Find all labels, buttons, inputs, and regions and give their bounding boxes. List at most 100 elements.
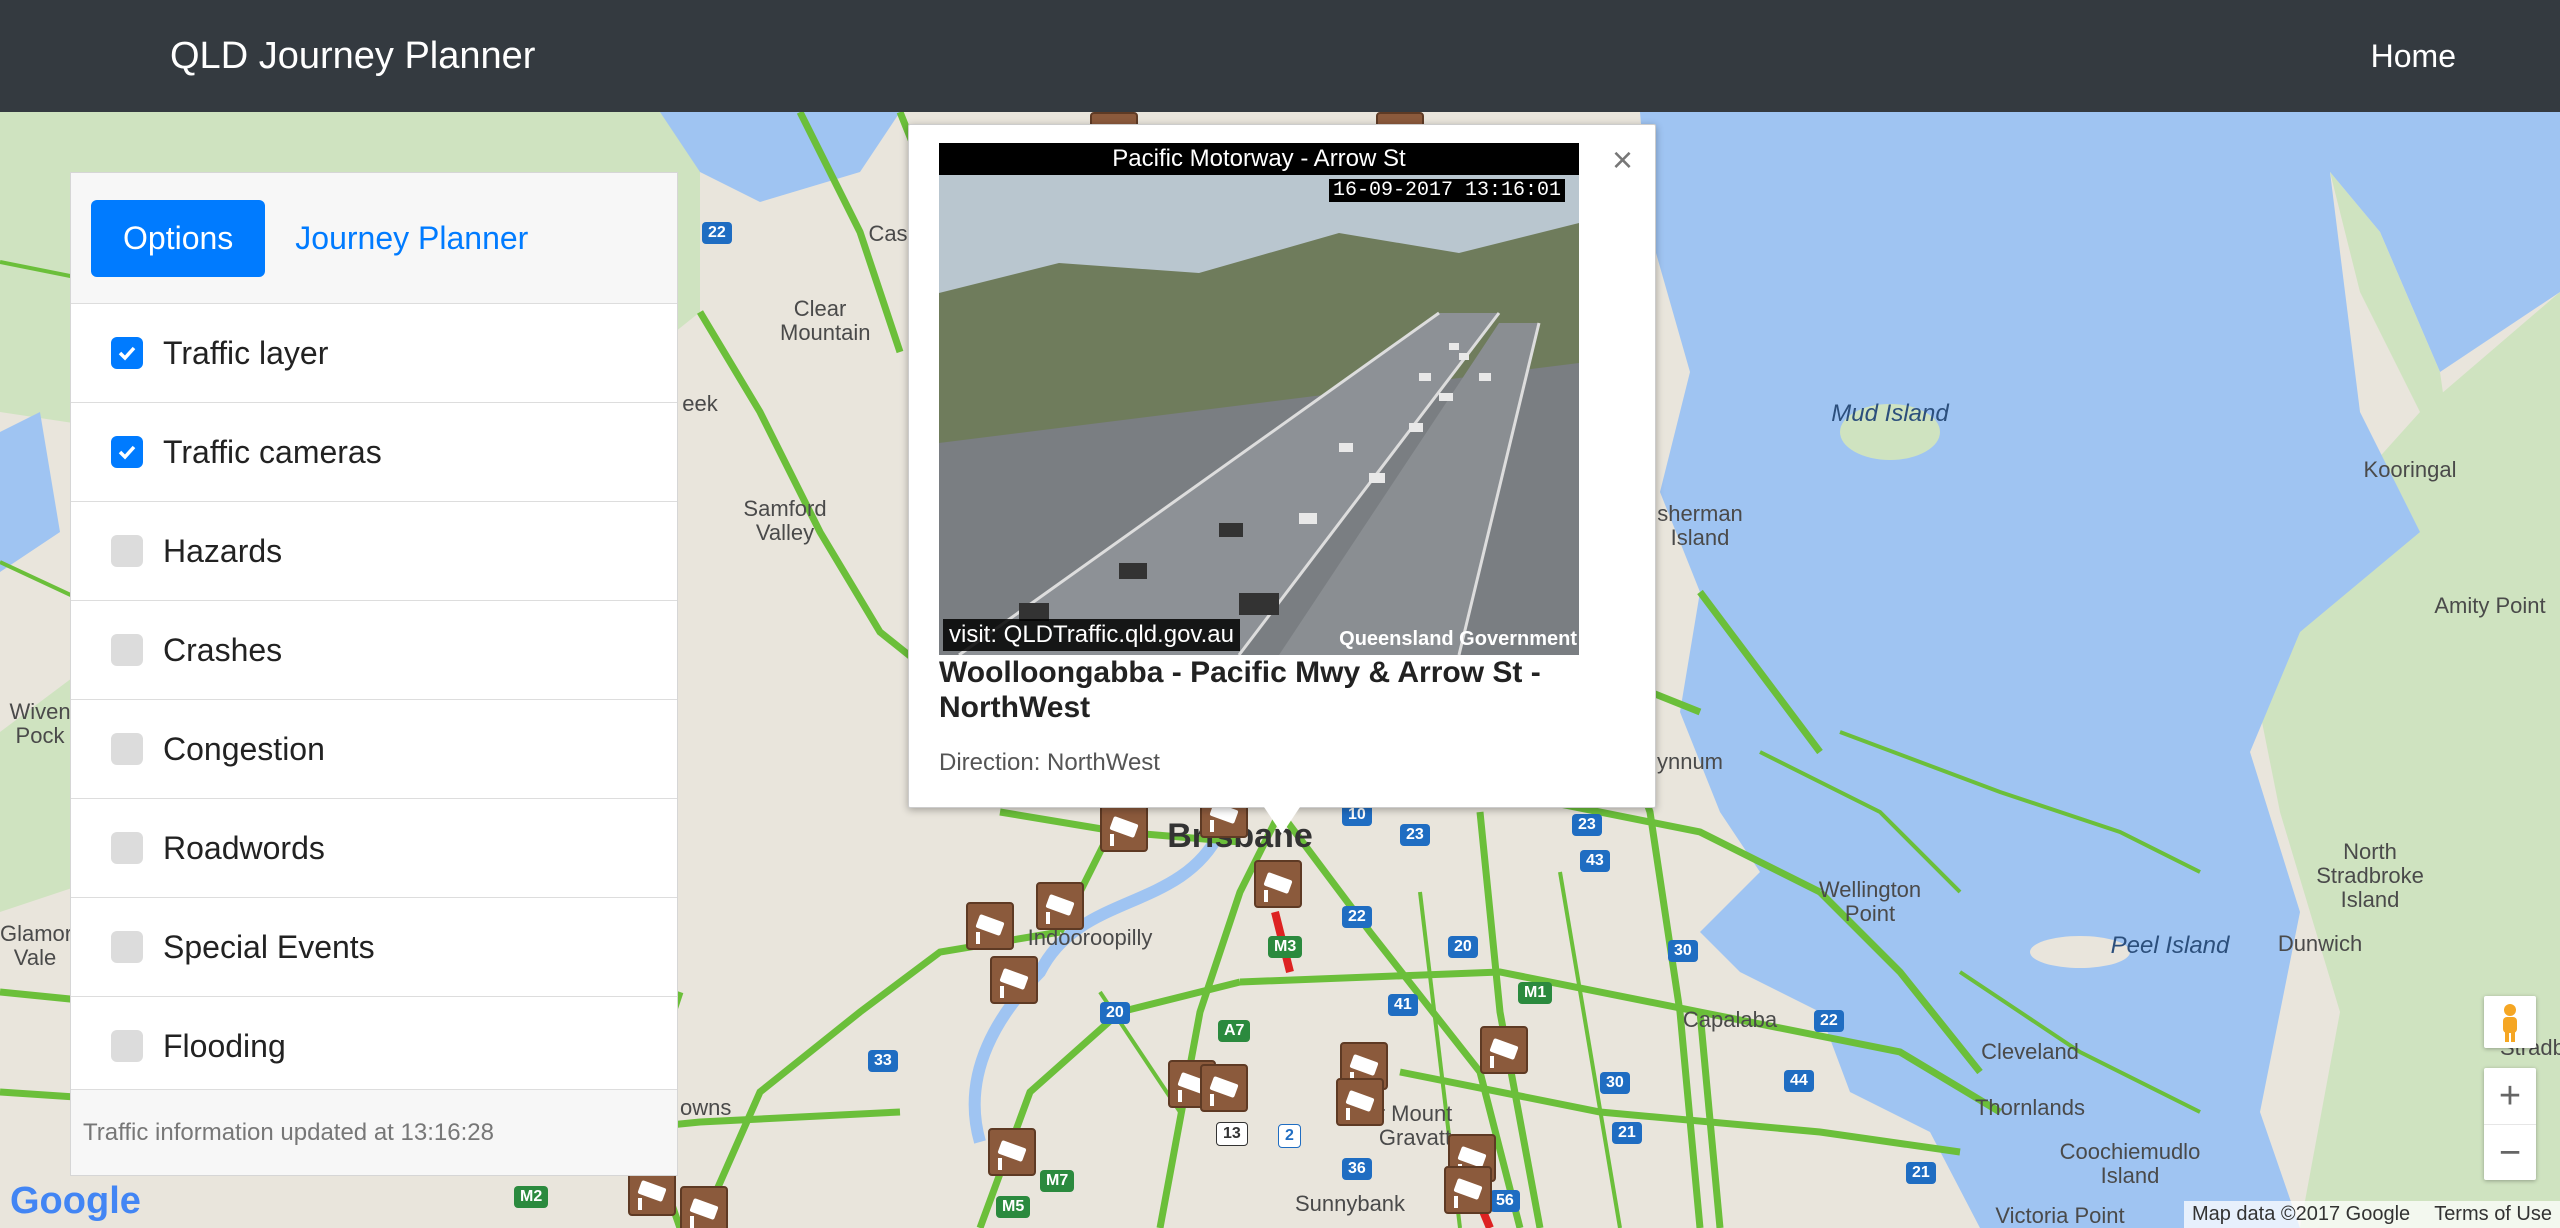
road-shield: A7 — [1218, 1020, 1251, 1042]
label-kooringal: Kooringal — [2363, 457, 2457, 482]
traffic-camera-marker[interactable] — [988, 1128, 1036, 1176]
option-label: Roadwords — [163, 829, 325, 866]
google-logo: Google — [10, 1180, 141, 1223]
option-label: Hazards — [163, 532, 283, 569]
label-samford: Samford Valley — [743, 496, 827, 545]
road-shield: M3 — [1268, 936, 1303, 958]
app-title[interactable]: QLD Journey Planner — [170, 35, 535, 78]
traffic-camera-marker[interactable] — [966, 902, 1014, 950]
option-congestion[interactable]: Congestion — [71, 700, 677, 799]
tab-journey-planner[interactable]: Journey Planner — [295, 220, 528, 257]
options-panel: Options Journey Planner Traffic layer Tr… — [70, 172, 678, 1176]
option-label: Traffic cameras — [163, 433, 382, 470]
label-dunwich: Dunwich — [2277, 931, 2363, 956]
road-shield: 56 — [1490, 1190, 1520, 1212]
road-shield: M1 — [1518, 982, 1553, 1004]
top-navbar: QLD Journey Planner Home — [0, 0, 2560, 112]
road-shield: 13 — [1216, 1122, 1248, 1146]
road-shield: 43 — [1580, 850, 1610, 872]
road-shield: 23 — [1400, 824, 1430, 846]
home-link[interactable]: Home — [2371, 38, 2456, 75]
label-amity-point: Amity Point — [2434, 593, 2546, 618]
camera-watermark: visit: QLDTraffic.qld.gov.au — [943, 619, 1240, 651]
label-lynnum: ynnum — [1656, 749, 1724, 774]
label-owns: owns — [680, 1095, 732, 1120]
label-thornlands: Thornlands — [1974, 1095, 2086, 1120]
option-label: Traffic layer — [163, 334, 329, 371]
traffic-camera-marker[interactable] — [1444, 1166, 1492, 1214]
traffic-camera-marker[interactable] — [1200, 1064, 1248, 1112]
camera-scene — [939, 143, 1579, 655]
traffic-camera-marker[interactable] — [1100, 804, 1148, 852]
label-wellington-point: Wellington Point — [1818, 877, 1922, 926]
checkbox-traffic-cameras[interactable] — [111, 436, 143, 468]
traffic-camera-marker[interactable] — [1336, 1078, 1384, 1126]
road-shield: 41 — [1388, 994, 1418, 1016]
label-peel-island: Peel Island — [2110, 932, 2230, 959]
label-creek: eek — [682, 391, 718, 416]
qld-government-logo: Queensland Government — [1339, 628, 1577, 650]
label-coochiemudlo: Coochiemudlo Island — [2059, 1139, 2201, 1188]
zoom-controls: + − — [2484, 1068, 2536, 1180]
checkbox-hazards[interactable] — [111, 535, 143, 567]
camera-timestamp: 16-09-2017 13:16:01 — [1328, 179, 1565, 202]
road-shield: M7 — [1040, 1170, 1075, 1192]
option-label: Special Events — [163, 928, 375, 965]
checkbox-congestion[interactable] — [111, 733, 143, 765]
road-shield: 22 — [1342, 906, 1372, 928]
traffic-camera-marker[interactable] — [1254, 860, 1302, 908]
traffic-camera-marker[interactable] — [1480, 1026, 1528, 1074]
label-fisherman-island: sherman Island — [1657, 501, 1743, 550]
label-clear-mountain: Clear Mountain — [780, 296, 871, 345]
zoom-out-button[interactable]: − — [2484, 1125, 2536, 1181]
option-traffic-cameras[interactable]: Traffic cameras — [71, 403, 677, 502]
update-status: Traffic information updated at 13:16:28 — [71, 1089, 677, 1175]
tab-options[interactable]: Options — [91, 199, 266, 277]
zoom-in-button[interactable]: + — [2484, 1068, 2536, 1125]
option-label: Crashes — [163, 631, 283, 668]
checkbox-traffic-layer[interactable] — [111, 337, 143, 369]
road-shield: 22 — [1814, 1010, 1844, 1032]
road-shield: 21 — [1906, 1162, 1936, 1184]
label-cleveland: Cleveland — [1981, 1039, 2079, 1064]
google-logo-text: Google — [10, 1180, 141, 1222]
option-flooding[interactable]: Flooding — [71, 997, 677, 1096]
map-data-attribution: Map data ©2017 Google — [2191, 1203, 2411, 1225]
label-victoria-point: Victoria Point — [1995, 1203, 2125, 1228]
traffic-camera-marker[interactable] — [990, 956, 1038, 1004]
traffic-camera-marker[interactable] — [1036, 882, 1084, 930]
option-special-events[interactable]: Special Events — [71, 898, 677, 997]
terms-of-use-link[interactable]: Terms of Use — [2434, 1203, 2552, 1226]
road-shield: 44 — [1784, 1070, 1814, 1092]
label-north-stradbroke: North Stradbroke Island — [2316, 839, 2424, 912]
option-label: Congestion — [163, 730, 325, 767]
traffic-camera-marker[interactable] — [680, 1186, 728, 1228]
panel-tabs: Options Journey Planner — [71, 173, 677, 304]
label-wivenhoe: Wiven Pock — [9, 699, 71, 748]
camera-info-window: × Pacific Motorway - Arrow St 16-09-2017… — [908, 124, 1656, 808]
close-icon[interactable]: × — [1612, 139, 1633, 181]
road-shield: M5 — [996, 1196, 1031, 1218]
option-traffic-layer[interactable]: Traffic layer — [71, 304, 677, 403]
road-shield: 22 — [702, 222, 732, 244]
popup-pointer — [1262, 804, 1302, 834]
checkbox-crashes[interactable] — [111, 634, 143, 666]
camera-location-title: Woolloongabba - Pacific Mwy & Arrow St -… — [939, 656, 1541, 724]
label-cas: Cas — [868, 221, 908, 246]
map-attribution: Map data ©2017 Google Terms of Use — [2183, 1201, 2560, 1228]
checkbox-roadwords[interactable] — [111, 832, 143, 864]
street-view-pegman-icon[interactable] — [2484, 996, 2536, 1048]
option-roadwords[interactable]: Roadwords — [71, 799, 677, 898]
label-mud-island: Mud Island — [1831, 400, 1949, 427]
road-shield: 30 — [1668, 940, 1698, 962]
road-shield: 2 — [1278, 1124, 1301, 1148]
road-shield: 20 — [1448, 936, 1478, 958]
camera-caption: Pacific Motorway - Arrow St — [939, 143, 1579, 175]
option-crashes[interactable]: Crashes — [71, 601, 677, 700]
road-shield: 33 — [868, 1050, 898, 1072]
road-shield: 21 — [1612, 1122, 1642, 1144]
checkbox-special-events[interactable] — [111, 931, 143, 963]
option-hazards[interactable]: Hazards — [71, 502, 677, 601]
checkbox-flooding[interactable] — [111, 1030, 143, 1062]
road-shield: 23 — [1572, 814, 1602, 836]
